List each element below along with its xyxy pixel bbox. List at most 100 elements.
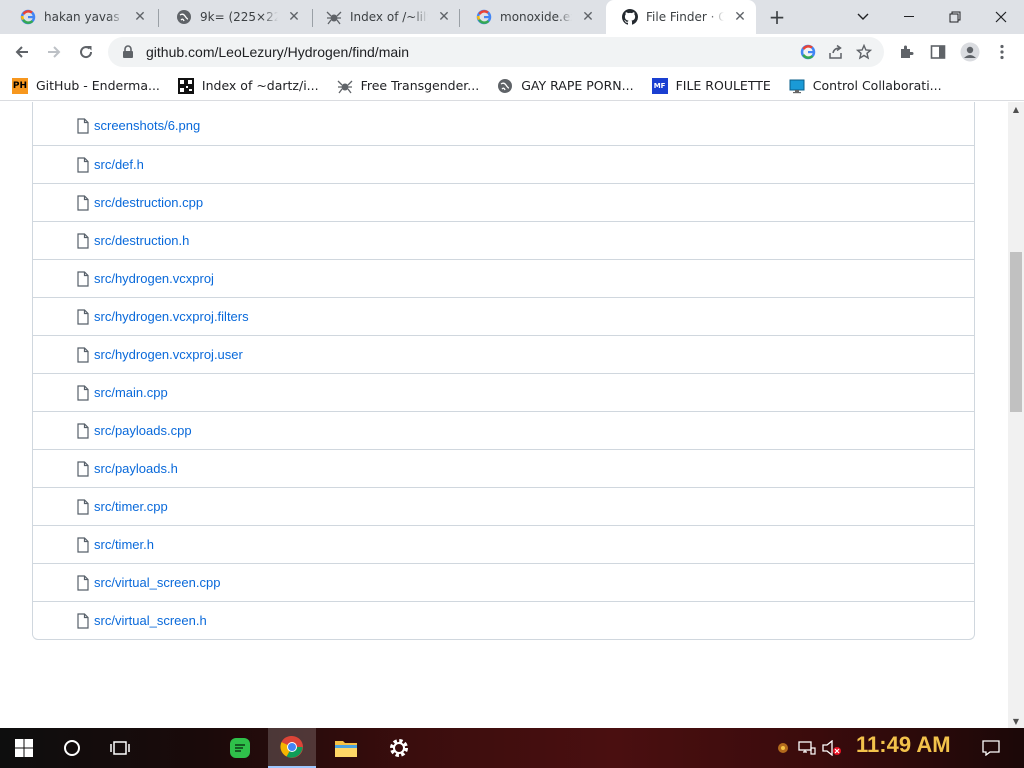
page-content: screenshots/6.png src/def.h src/destruct… bbox=[0, 102, 1008, 728]
file-link[interactable]: src/timer.cpp bbox=[94, 499, 168, 514]
bookmark-label: GAY RAPE PORN... bbox=[521, 78, 634, 93]
menu-kebab-icon[interactable] bbox=[988, 38, 1016, 66]
file-link[interactable]: src/timer.h bbox=[94, 537, 154, 552]
bookmark-label: Index of ~dartz/i... bbox=[201, 78, 319, 93]
tab-1[interactable]: hakan yavas izle ✕ bbox=[4, 0, 156, 34]
file-row[interactable]: src/main.cpp bbox=[33, 373, 974, 411]
file-link[interactable]: src/def.h bbox=[94, 157, 144, 172]
file-icon bbox=[75, 194, 91, 211]
task-view-button[interactable] bbox=[96, 728, 144, 768]
volume-muted-icon[interactable] bbox=[822, 728, 842, 768]
file-row[interactable]: src/timer.h bbox=[33, 525, 974, 563]
extensions-icon[interactable] bbox=[892, 38, 920, 66]
file-row[interactable]: src/virtual_screen.h bbox=[33, 601, 974, 639]
close-icon[interactable]: ✕ bbox=[132, 9, 148, 25]
file-link[interactable]: src/payloads.cpp bbox=[94, 423, 192, 438]
bookmark-item[interactable]: GAY RAPE PORN... bbox=[497, 78, 634, 94]
tab-title: hakan yavas izle bbox=[44, 10, 124, 24]
task-view-icon bbox=[110, 741, 130, 755]
scroll-up-arrow-icon[interactable]: ▲ bbox=[1008, 102, 1024, 116]
bookmark-item[interactable]: Index of ~dartz/i... bbox=[177, 77, 319, 94]
file-row[interactable]: screenshots/6.png bbox=[33, 102, 974, 145]
start-button[interactable] bbox=[0, 728, 48, 768]
taskbar-chat-app[interactable] bbox=[216, 728, 264, 768]
taskbar-clock[interactable]: 11:49 AM bbox=[856, 732, 951, 758]
notifications-button[interactable] bbox=[982, 728, 1000, 768]
tab-3[interactable]: Index of /~lily ✕ bbox=[310, 0, 460, 34]
lock-icon bbox=[118, 45, 138, 59]
file-link[interactable]: src/main.cpp bbox=[94, 385, 168, 400]
close-icon[interactable]: ✕ bbox=[436, 9, 452, 25]
forward-button[interactable] bbox=[40, 38, 68, 66]
file-row[interactable]: src/destruction.h bbox=[33, 221, 974, 259]
tab-5-active[interactable]: File Finder · GitHub ✕ bbox=[606, 0, 756, 34]
file-link[interactable]: src/hydrogen.vcxproj.user bbox=[94, 347, 243, 362]
arrow-right-icon bbox=[48, 46, 61, 58]
tab-4[interactable]: monoxide.exe ✕ bbox=[460, 0, 604, 34]
file-link[interactable]: src/payloads.h bbox=[94, 461, 178, 476]
scroll-down-arrow-icon[interactable]: ▼ bbox=[1008, 714, 1024, 728]
address-bar[interactable]: github.com/LeoLezury/Hydrogen/find/main bbox=[108, 37, 884, 67]
minimize-icon bbox=[904, 16, 914, 17]
file-link[interactable]: src/destruction.cpp bbox=[94, 195, 203, 210]
file-row[interactable]: src/hydrogen.vcxproj.filters bbox=[33, 297, 974, 335]
taskbar-chrome[interactable] bbox=[268, 728, 316, 768]
file-row[interactable]: src/payloads.cpp bbox=[33, 411, 974, 449]
new-tab-button[interactable]: + bbox=[764, 4, 790, 30]
profile-avatar-icon[interactable] bbox=[956, 38, 984, 66]
minimize-button[interactable] bbox=[886, 0, 932, 34]
notification-icon bbox=[982, 740, 1000, 756]
google-icon bbox=[20, 9, 36, 25]
file-row[interactable]: src/timer.cpp bbox=[33, 487, 974, 525]
bookmark-label: Free Transgender... bbox=[360, 78, 480, 93]
close-icon[interactable]: ✕ bbox=[286, 9, 302, 25]
chrome-icon bbox=[280, 735, 303, 758]
side-panel-icon[interactable] bbox=[924, 38, 952, 66]
file-icon bbox=[75, 422, 91, 439]
file-link[interactable]: src/virtual_screen.cpp bbox=[94, 575, 220, 590]
network-icon[interactable] bbox=[798, 728, 816, 768]
share-icon[interactable] bbox=[822, 38, 850, 66]
tab-2[interactable]: 9k= (225×225) ✕ bbox=[160, 0, 310, 34]
tab-search-button[interactable] bbox=[840, 0, 886, 34]
bookmark-item[interactable]: Control Collaborati... bbox=[789, 78, 942, 94]
file-link[interactable]: src/hydrogen.vcxproj bbox=[94, 271, 214, 286]
bookmark-star-icon[interactable] bbox=[850, 38, 878, 66]
qr-code-icon bbox=[177, 77, 194, 94]
file-icon bbox=[75, 574, 91, 591]
file-link[interactable]: src/hydrogen.vcxproj.filters bbox=[94, 309, 249, 324]
search-button[interactable] bbox=[48, 728, 96, 768]
bookmark-item[interactable]: PH GitHub - Enderma... bbox=[12, 77, 160, 94]
close-window-button[interactable] bbox=[978, 0, 1024, 34]
file-row[interactable]: src/virtual_screen.cpp bbox=[33, 563, 974, 601]
file-link[interactable]: src/virtual_screen.h bbox=[94, 613, 207, 628]
arrow-left-icon bbox=[15, 46, 28, 58]
file-icon bbox=[75, 270, 91, 287]
restore-button[interactable] bbox=[932, 0, 978, 34]
chevron-down-icon bbox=[857, 13, 869, 20]
file-icon bbox=[75, 156, 91, 173]
file-row[interactable]: src/destruction.cpp bbox=[33, 183, 974, 221]
page-scrollbar[interactable]: ▲ ▼ bbox=[1008, 102, 1024, 728]
google-lens-icon[interactable] bbox=[794, 38, 822, 66]
bookmark-item[interactable]: MF FILE ROULETTE bbox=[651, 77, 771, 94]
url-text[interactable]: github.com/LeoLezury/Hydrogen/find/main bbox=[146, 44, 794, 60]
scrollbar-thumb[interactable] bbox=[1010, 252, 1022, 412]
file-row[interactable]: src/payloads.h bbox=[33, 449, 974, 487]
bookmark-item[interactable]: Free Transgender... bbox=[337, 78, 480, 94]
file-row[interactable]: src/hydrogen.vcxproj bbox=[33, 259, 974, 297]
tray-app-icon[interactable] bbox=[776, 728, 790, 768]
ph-logo-icon: PH bbox=[12, 77, 28, 94]
taskbar-settings[interactable] bbox=[375, 728, 423, 768]
close-icon[interactable]: ✕ bbox=[732, 9, 748, 25]
reload-button[interactable] bbox=[72, 38, 100, 66]
file-link[interactable]: screenshots/6.png bbox=[94, 118, 200, 133]
monitor-icon bbox=[789, 78, 805, 94]
file-row[interactable]: src/hydrogen.vcxproj.user bbox=[33, 335, 974, 373]
file-row[interactable]: src/def.h bbox=[33, 145, 974, 183]
close-icon[interactable]: ✕ bbox=[580, 9, 596, 25]
back-button[interactable] bbox=[8, 38, 36, 66]
taskbar-file-explorer[interactable] bbox=[322, 728, 370, 768]
file-link[interactable]: src/destruction.h bbox=[94, 233, 189, 248]
close-icon bbox=[995, 11, 1007, 23]
